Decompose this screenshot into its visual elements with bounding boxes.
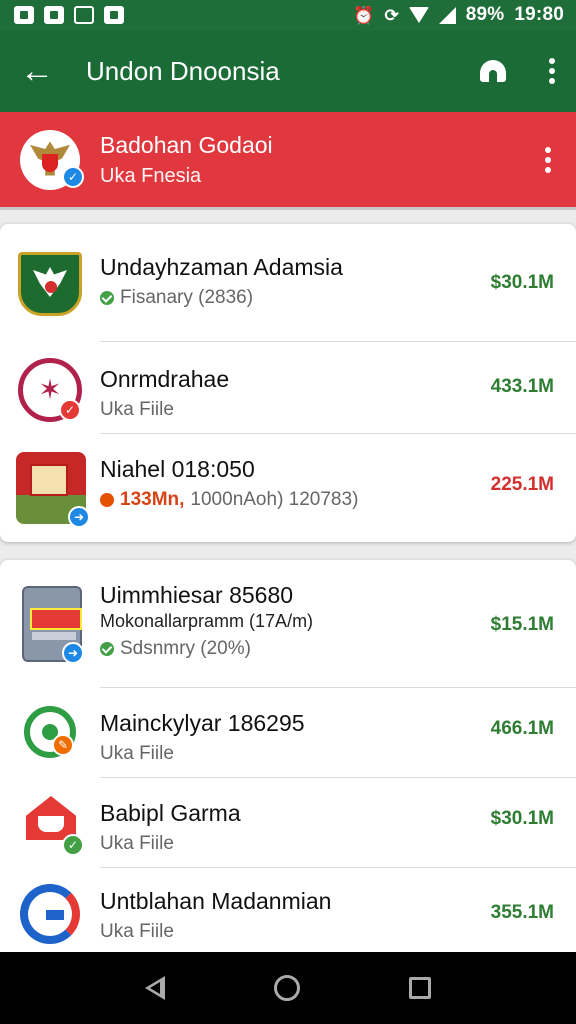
item-title: Uimmhiesar 85680: [100, 582, 294, 608]
alarm-icon: ⏰: [353, 5, 375, 25]
banner-menu-icon[interactable]: [544, 146, 552, 173]
profile-banner[interactable]: ✓ Badohan Godaoi Uka Fnesia: [0, 112, 576, 210]
c-logo-icon: [20, 884, 80, 944]
item-title: Niahel 018:050: [100, 456, 255, 482]
list-item[interactable]: Undayhzaman Adamsia Fisanary (2836) $30.…: [0, 224, 576, 342]
list-item[interactable]: ✓ Babipl Garma Uka Fiile $30.1M: [0, 778, 576, 868]
list-item[interactable]: Untblahan Madanmian Uka Fiile 355.1M: [0, 868, 576, 952]
nav-recents-icon[interactable]: [409, 977, 432, 999]
item-subtitle: Uka Fiile: [100, 921, 174, 942]
message-icon: [14, 6, 34, 24]
list-item[interactable]: ✓ Onrmdrahae Uka Fiile 433.1M: [0, 342, 576, 434]
list-card: Undayhzaman Adamsia Fisanary (2836) $30.…: [0, 224, 576, 542]
item-amount: 466.1M: [490, 718, 554, 739]
share-badge-icon: ➜: [68, 506, 90, 528]
list-item[interactable]: ✎ Mainckylyar 186295 Uka Fiile 466.1M: [0, 688, 576, 778]
item-amount: 433.1M: [490, 376, 554, 397]
document-icon: ➜: [22, 586, 84, 664]
item-title: Undayhzaman Adamsia: [100, 254, 343, 280]
status-bar: ⏰ ⟳ 89% 19:80: [0, 0, 576, 30]
list-item[interactable]: ➜ Niahel 018:050 133Mn, 1000nAoh) 120783)…: [0, 434, 576, 542]
mosque-icon[interactable]: [478, 58, 508, 84]
app-bar: ← Undon Dnoonsia: [0, 30, 576, 112]
item-subtitle: Sdsnmry (20%): [120, 638, 251, 659]
signal-icon: [438, 6, 456, 24]
check-badge-icon: ✓: [59, 399, 81, 421]
back-arrow-icon[interactable]: ←: [20, 54, 64, 88]
item-subtitle: Uka Fiile: [100, 833, 174, 854]
share-badge-icon: ➜: [62, 642, 84, 664]
warning-icon: [100, 493, 114, 507]
gallery-icon: [74, 6, 94, 24]
garuda-avatar-icon: ✓: [20, 129, 84, 190]
item-amount: $15.1M: [490, 614, 554, 635]
item-detail: Mokonallarpramm (17A/m): [100, 611, 314, 631]
item-title: Untblahan Madanmian: [100, 888, 332, 914]
item-subtitle: 1000nAoh) 120783): [190, 489, 359, 510]
nav-home-icon[interactable]: [273, 975, 300, 1001]
banner-subtitle: Uka Fnesia: [100, 164, 202, 187]
photo-thumbnail-icon: ➜: [16, 452, 90, 528]
system-icons: ⏰ ⟳ 89% 19:80: [353, 4, 564, 26]
item-subtitle: Uka Fiile: [100, 399, 174, 420]
item-amount: 225.1M: [490, 474, 554, 495]
banner-title: Badohan Godaoi: [100, 131, 273, 158]
mail-icon: [44, 6, 64, 24]
clock: 19:80: [514, 4, 564, 25]
check-icon: [100, 291, 114, 305]
overflow-menu-icon[interactable]: [548, 58, 556, 84]
item-warning: 133Mn,: [120, 489, 185, 510]
verified-badge-icon: ✓: [62, 165, 84, 188]
item-amount: 355.1M: [490, 902, 554, 923]
garuda-crest-icon: [18, 252, 82, 316]
item-subtitle: Uka Fiile: [100, 743, 174, 764]
edit-badge-icon: ✎: [52, 734, 74, 756]
item-title: Mainckylyar 186295: [100, 710, 305, 736]
wifi-icon: [408, 7, 429, 23]
notification-icons: [14, 6, 124, 24]
item-subtitle: Fisanary (2836): [120, 287, 254, 308]
page-title: Undon Dnoonsia: [86, 55, 280, 86]
check-badge-icon: ✓: [62, 834, 84, 856]
navigation-bar: [0, 952, 576, 1024]
item-title: Onrmdrahae: [100, 366, 230, 392]
star-ring-icon: ✓: [18, 358, 82, 422]
nav-back-icon[interactable]: [144, 976, 165, 1000]
list-card: ➜ Uimmhiesar 85680 Mokonallarpramm (17A/…: [0, 560, 576, 952]
item-amount: $30.1M: [490, 808, 554, 829]
red-house-icon: ✓: [20, 792, 84, 856]
edit-icon: [104, 6, 124, 24]
battery-level: 89%: [465, 4, 505, 25]
check-icon: [100, 642, 114, 656]
item-title: Babipl Garma: [100, 800, 241, 826]
item-amount: $30.1M: [490, 272, 554, 293]
sync-icon: ⟳: [384, 5, 399, 25]
green-g-icon: ✎: [24, 706, 76, 758]
list-item[interactable]: ➜ Uimmhiesar 85680 Mokonallarpramm (17A/…: [0, 560, 576, 688]
